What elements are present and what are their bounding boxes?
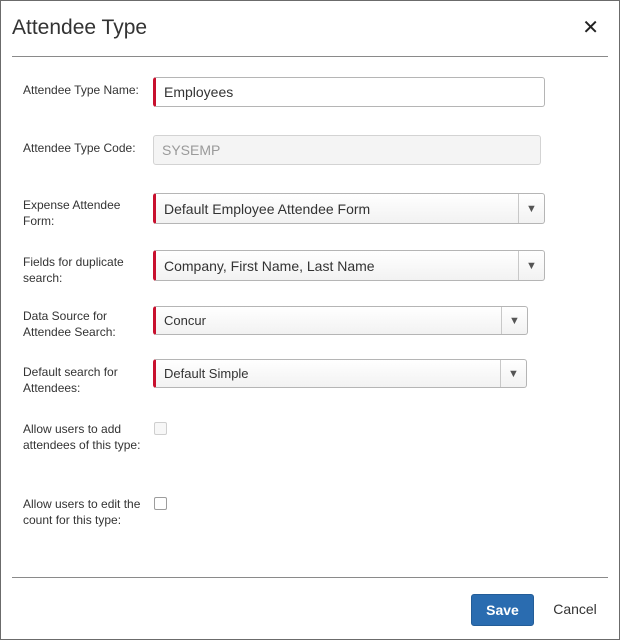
chevron-down-icon[interactable]: ▼ <box>518 251 544 280</box>
default-search-label: Default search for Attendees: <box>23 365 118 395</box>
chevron-down-icon[interactable]: ▼ <box>500 360 526 387</box>
header-divider <box>12 56 608 57</box>
data-source-select[interactable]: Concur ▼ <box>153 306 528 335</box>
attendee-type-code-input: SYSEMP <box>153 135 541 165</box>
attendee-type-dialog: Attendee Type ✕ Attendee Type Name: Empl… <box>0 0 620 640</box>
dialog-title: Attendee Type <box>12 16 148 39</box>
default-search-value: Default Simple <box>164 366 249 381</box>
attendee-type-name-input[interactable]: Employees <box>153 77 545 107</box>
duplicate-search-select[interactable]: Company, First Name, Last Name ▼ <box>153 250 545 281</box>
code-label: Attendee Type Code: <box>23 141 136 155</box>
allow-edit-label: Allow users to edit the count for this t… <box>23 497 141 527</box>
expense-attendee-form-select[interactable]: Default Employee Attendee Form ▼ <box>153 193 545 224</box>
close-icon[interactable]: ✕ <box>582 15 599 40</box>
allow-add-label: Allow users to add attendees of this typ… <box>23 422 141 452</box>
footer-divider <box>12 577 608 578</box>
chevron-down-icon[interactable]: ▼ <box>518 194 544 223</box>
expense-form-value: Default Employee Attendee Form <box>164 200 371 217</box>
code-value: SYSEMP <box>162 142 221 158</box>
allow-add-checkbox[interactable] <box>154 422 167 435</box>
save-button[interactable]: Save <box>471 594 534 626</box>
duplicate-search-label: Fields for duplicate search: <box>23 255 124 285</box>
duplicate-search-value: Company, First Name, Last Name <box>164 257 375 274</box>
default-search-select[interactable]: Default Simple ▼ <box>153 359 527 388</box>
chevron-down-icon[interactable]: ▼ <box>501 307 527 334</box>
name-label: Attendee Type Name: <box>23 83 139 97</box>
allow-edit-checkbox[interactable] <box>154 497 167 510</box>
data-source-value: Concur <box>164 313 206 328</box>
data-source-label: Data Source for Attendee Search: <box>23 309 116 339</box>
expense-form-label: Expense Attendee Form: <box>23 198 121 228</box>
cancel-button[interactable]: Cancel <box>548 594 602 624</box>
name-value: Employees <box>164 84 234 100</box>
